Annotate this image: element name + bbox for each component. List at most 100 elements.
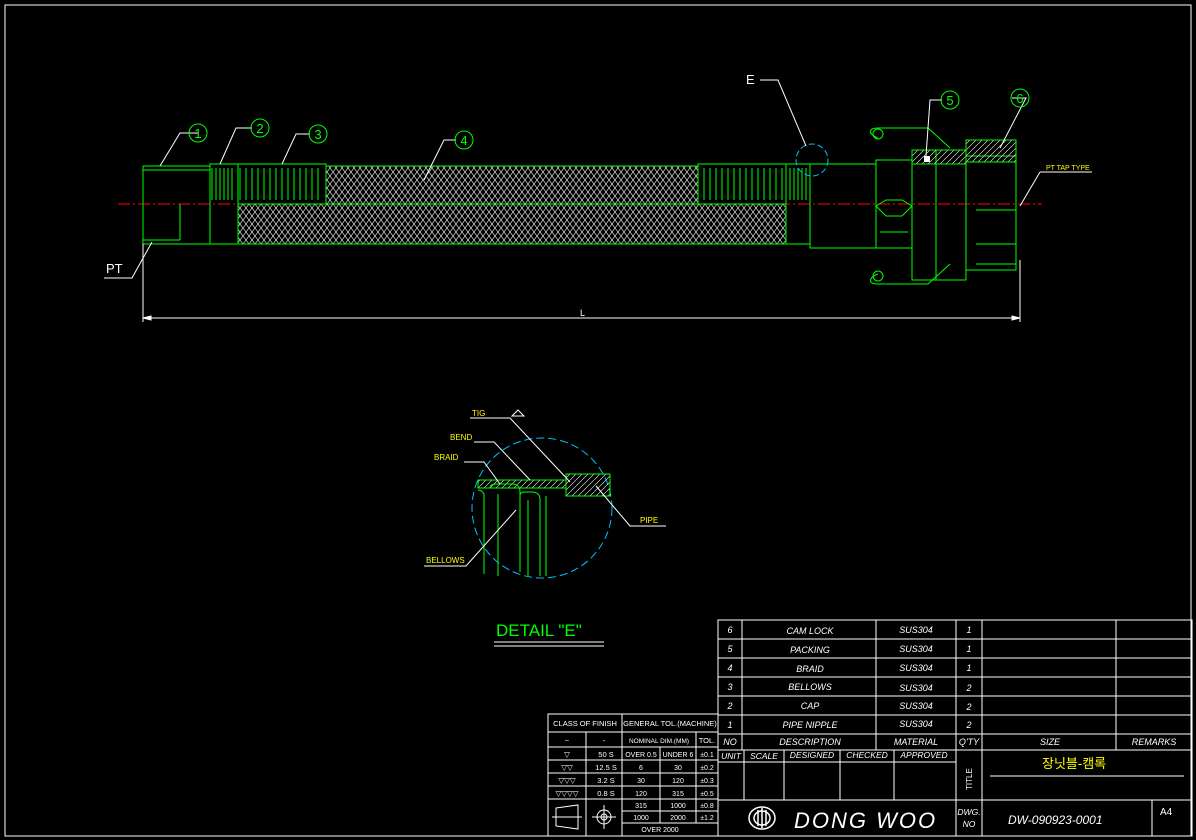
label-designed: DESIGNED [790,750,834,760]
svg-text:4: 4 [727,663,732,673]
svg-text:SUS304: SUS304 [899,683,933,693]
bom-row-4: 4 BRAID SUS304 1 [727,663,971,674]
main-assembly-view: L 1 2 3 4 5 6 E PT PT TAP TYPE [104,72,1092,322]
svg-text:1: 1 [966,625,971,635]
tol-row-5-over: 315 [635,803,647,810]
tol-sub-tol: TOL. [699,736,716,745]
label-pt: PT [106,261,123,276]
tol-row-2-under: 30 [674,765,682,772]
tol-row-last: OVER 2000 [641,827,678,834]
tol-row-5-under: 1000 [670,803,686,810]
svg-text:SUS304: SUS304 [899,663,933,673]
svg-text:1: 1 [966,663,971,673]
detail-label-bend: BEND [450,433,472,442]
bom-row-5: 5 PACKING SUS304 1 [727,644,971,655]
svg-text:SIZE: SIZE [1040,737,1061,747]
bom-row-1: 1 PIPE NIPPLE SUS304 2 [727,719,971,730]
detail-e-circle [471,437,613,579]
label-approved: APPROVED [899,750,947,760]
label-dwg-2: NO [963,819,976,829]
finish-sym-4: ▽▽▽▽ [555,789,579,798]
svg-text:6: 6 [727,625,732,635]
svg-text:2: 2 [965,702,971,712]
cam-lock-assembly [809,127,1017,285]
tol-col1-header: CLASS OF FINISH [553,719,617,728]
tol-row-1-tol: ±0.1 [700,752,714,759]
svg-text:BRAID: BRAID [796,664,824,674]
finish-sym-3: ▽▽▽ [558,776,577,785]
svg-text:2: 2 [726,701,732,711]
svg-text:PIPE NIPPLE: PIPE NIPPLE [782,720,838,730]
balloon-4-num: 4 [460,133,467,148]
tol-row-2-over: 6 [639,765,643,772]
title-block: UNIT SCALE DESIGNED CHECKED APPROVED DWG… [717,749,1193,837]
svg-text:SUS304: SUS304 [899,625,933,635]
drawing-title: 장닛블-캠록 [1042,756,1106,771]
label-unit: UNIT [721,751,742,761]
bom-row-6: 6 CAM LOCK SUS304 1 [727,625,971,636]
detail-bellows [477,483,547,576]
tol-row-3-tol: ±0.3 [700,778,714,785]
tol-row-6-tol: ±1.2 [700,815,714,822]
bom-table: 6 CAM LOCK SUS304 1 5 PACKING SUS304 1 4… [717,619,1193,751]
tol-row-4-tol: ±0.5 [700,791,714,798]
bom-row-3: 3 BELLOWS SUS304 2 [727,682,971,693]
tol-row-5-tol: ±0.8 [700,803,714,810]
pipe-nipple-left [142,165,211,245]
bom-header: NO DESCRIPTION MATERIAL Q'TY SIZE REMARK… [723,737,1176,747]
balloon-6-num: 6 [1016,91,1023,106]
tol-row-3-over: 30 [637,778,645,785]
tol-row-3-under: 120 [672,778,684,785]
balloon-numbers: 1 2 3 4 5 6 [194,91,1023,148]
detail-label-pipe: PIPE [640,516,658,525]
label-e: E [746,72,755,87]
detail-e-view: TIG BEND BRAID PIPE BELLOWS DETAIL "E" [424,409,666,647]
balloon-5-num: 5 [946,93,953,108]
label-dwg-1: DWG. [957,807,980,817]
drawing-number: DW-090923-0001 [1008,813,1103,827]
tol-row-2-tol: ±0.2 [700,765,714,772]
label-checked: CHECKED [846,750,888,760]
detail-label-bellows: BELLOWS [426,556,465,565]
svg-text:DESCRIPTION: DESCRIPTION [779,737,841,747]
svg-text:1: 1 [727,720,732,730]
balloon-2-num: 2 [256,121,263,136]
tol-row-4-over: 120 [635,791,647,798]
tol-row-6-over: 1000 [633,815,649,822]
detail-title: DETAIL "E" [496,621,582,640]
finish-val-2: 12.5 S [595,763,617,772]
finish-val-1: 50 S [598,750,613,759]
finish-sym-1: ▽ [564,750,571,759]
company-name: DONG WOO [794,808,937,833]
tol-row-1-under: UNDER 6 [663,752,694,759]
tolerance-table: CLASS OF FINISH GENERAL TOL.(MACHINE) ~ … [547,713,719,837]
label-scale: SCALE [750,751,778,761]
tol-row-4-under: 315 [672,791,684,798]
svg-text:PACKING: PACKING [790,645,830,655]
svg-text:CAP: CAP [801,701,820,711]
cad-drawing-sheet: L 1 2 3 4 5 6 E PT PT TAP TYPE TIG BEND … [4,4,1193,837]
svg-text:1: 1 [966,644,971,654]
finish-sym-2: ▽▽ [561,763,574,772]
svg-text:SUS304: SUS304 [899,644,933,654]
label-pt-tap-type: PT TAP TYPE [1046,165,1090,172]
detail-label-tig: TIG [472,409,485,418]
bom-row-2: 2 CAP SUS304 2 [726,701,971,712]
detail-pipe [565,473,611,497]
detail-braid [477,479,567,489]
finish-val-4: 0.8 S [597,789,615,798]
sheet-size: A4 [1160,807,1173,818]
svg-text:2: 2 [965,720,971,730]
company-logo [748,806,776,830]
tol-sub-sym: ~ [565,736,570,745]
tol-sub-dash: - [603,736,606,745]
detail-e-callout-circle [795,143,829,177]
sheet-border [4,4,1192,837]
svg-text:BELLOWS: BELLOWS [788,682,832,692]
svg-text:SUS304: SUS304 [899,719,933,729]
tol-row-6-under: 2000 [670,815,686,822]
svg-text:NO: NO [723,737,737,747]
svg-text:3: 3 [727,682,732,692]
finish-val-3: 3.2 S [597,776,615,785]
balloon-3-num: 3 [314,127,321,142]
